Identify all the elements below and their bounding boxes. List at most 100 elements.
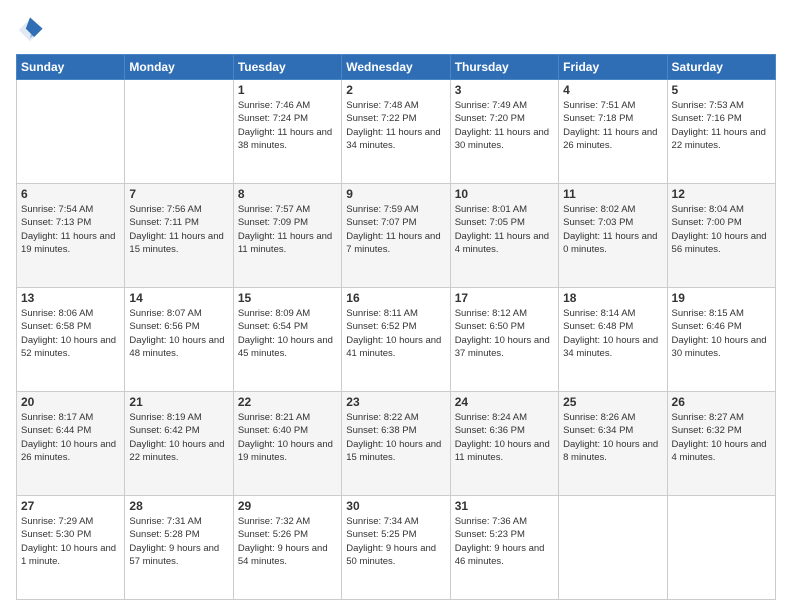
day-info: Sunrise: 8:24 AM Sunset: 6:36 PM Dayligh… [455,411,554,464]
calendar-cell: 14Sunrise: 8:07 AM Sunset: 6:56 PM Dayli… [125,288,233,392]
calendar-cell: 5 Sunrise: 7:53 AM Sunset: 7:16 PM Daylig… [667,80,775,184]
day-info: Sunrise: 7:36 AM Sunset: 5:23 PM Dayligh… [455,515,554,568]
day-number: 4 [563,83,662,97]
calendar-cell [559,496,667,600]
calendar-day-header: Monday [125,55,233,80]
logo-icon [16,16,44,44]
day-number: 24 [455,395,554,409]
calendar-cell: 19Sunrise: 8:15 AM Sunset: 6:46 PM Dayli… [667,288,775,392]
calendar-cell: 3 Sunrise: 7:49 AM Sunset: 7:20 PM Daylig… [450,80,558,184]
day-info: Sunrise: 8:21 AM Sunset: 6:40 PM Dayligh… [238,411,337,464]
day-number: 15 [238,291,337,305]
calendar-week-row: 6Sunrise: 7:54 AM Sunset: 7:13 PM Daylig… [17,184,776,288]
day-info: Sunrise: 8:17 AM Sunset: 6:44 PM Dayligh… [21,411,120,464]
calendar-cell: 6Sunrise: 7:54 AM Sunset: 7:13 PM Daylig… [17,184,125,288]
calendar-header-row: SundayMondayTuesdayWednesdayThursdayFrid… [17,55,776,80]
calendar-cell: 27 Sunrise: 7:29 AM Sunset: 5:30 PM Dayli… [17,496,125,600]
calendar-cell: 18 Sunrise: 8:14 AM Sunset: 6:48 PM Dayli… [559,288,667,392]
calendar-cell: 16 Sunrise: 8:11 AM Sunset: 6:52 PM Dayli… [342,288,450,392]
day-number: 21 [129,395,228,409]
day-info: Sunrise: 7:32 AM Sunset: 5:26 PM Dayligh… [238,515,337,568]
day-number: 1 [238,83,337,97]
day-info: Sunrise: 7:49 AM Sunset: 7:20 PM Dayligh… [455,99,554,152]
day-info: Sunrise: 8:14 AM Sunset: 6:48 PM Dayligh… [563,307,662,360]
day-number: 8 [238,187,337,201]
calendar-cell: 24 Sunrise: 8:24 AM Sunset: 6:36 PM Dayli… [450,392,558,496]
day-number: 28 [129,499,228,513]
day-info: Sunrise: 7:34 AM Sunset: 5:25 PM Dayligh… [346,515,445,568]
calendar-cell: 28 Sunrise: 7:31 AM Sunset: 5:28 PM Dayli… [125,496,233,600]
day-number: 11 [563,187,662,201]
day-number: 20 [21,395,120,409]
day-info: Sunrise: 7:31 AM Sunset: 5:28 PM Dayligh… [129,515,228,568]
day-number: 10 [455,187,554,201]
calendar-table: SundayMondayTuesdayWednesdayThursdayFrid… [16,54,776,600]
logo [16,16,48,44]
calendar-cell: 12 Sunrise: 8:04 AM Sunset: 7:00 PM Dayli… [667,184,775,288]
calendar-cell: 26 Sunrise: 8:27 AM Sunset: 6:32 PM Dayli… [667,392,775,496]
calendar-week-row: 1 Sunrise: 7:46 AM Sunset: 7:24 PM Daylig… [17,80,776,184]
calendar-week-row: 27 Sunrise: 7:29 AM Sunset: 5:30 PM Dayli… [17,496,776,600]
day-number: 14 [129,291,228,305]
calendar-day-header: Thursday [450,55,558,80]
day-info: Sunrise: 7:56 AM Sunset: 7:11 PM Dayligh… [129,203,228,256]
day-info: Sunrise: 8:15 AM Sunset: 6:46 PM Dayligh… [672,307,771,360]
calendar-cell: 30 Sunrise: 7:34 AM Sunset: 5:25 PM Dayli… [342,496,450,600]
calendar-cell: 7 Sunrise: 7:56 AM Sunset: 7:11 PM Daylig… [125,184,233,288]
day-info: Sunrise: 8:26 AM Sunset: 6:34 PM Dayligh… [563,411,662,464]
calendar-day-header: Sunday [17,55,125,80]
calendar-cell: 1 Sunrise: 7:46 AM Sunset: 7:24 PM Daylig… [233,80,341,184]
day-number: 27 [21,499,120,513]
day-info: Sunrise: 8:27 AM Sunset: 6:32 PM Dayligh… [672,411,771,464]
day-info: Sunrise: 8:19 AM Sunset: 6:42 PM Dayligh… [129,411,228,464]
day-number: 3 [455,83,554,97]
calendar-cell: 20 Sunrise: 8:17 AM Sunset: 6:44 PM Dayli… [17,392,125,496]
calendar-cell: 17Sunrise: 8:12 AM Sunset: 6:50 PM Dayli… [450,288,558,392]
calendar-day-header: Wednesday [342,55,450,80]
day-info: Sunrise: 7:53 AM Sunset: 7:16 PM Dayligh… [672,99,771,152]
day-number: 22 [238,395,337,409]
calendar-cell: 22 Sunrise: 8:21 AM Sunset: 6:40 PM Dayli… [233,392,341,496]
calendar-cell: 29Sunrise: 7:32 AM Sunset: 5:26 PM Dayli… [233,496,341,600]
day-info: Sunrise: 7:59 AM Sunset: 7:07 PM Dayligh… [346,203,445,256]
day-info: Sunrise: 7:29 AM Sunset: 5:30 PM Dayligh… [21,515,120,568]
calendar-cell: 8 Sunrise: 7:57 AM Sunset: 7:09 PM Daylig… [233,184,341,288]
day-info: Sunrise: 7:48 AM Sunset: 7:22 PM Dayligh… [346,99,445,152]
day-number: 26 [672,395,771,409]
day-number: 18 [563,291,662,305]
day-number: 16 [346,291,445,305]
page: SundayMondayTuesdayWednesdayThursdayFrid… [0,0,792,612]
calendar-cell: 15 Sunrise: 8:09 AM Sunset: 6:54 PM Dayli… [233,288,341,392]
day-info: Sunrise: 8:04 AM Sunset: 7:00 PM Dayligh… [672,203,771,256]
calendar-day-header: Friday [559,55,667,80]
day-number: 6 [21,187,120,201]
day-number: 2 [346,83,445,97]
day-info: Sunrise: 8:09 AM Sunset: 6:54 PM Dayligh… [238,307,337,360]
day-info: Sunrise: 7:51 AM Sunset: 7:18 PM Dayligh… [563,99,662,152]
calendar-day-header: Saturday [667,55,775,80]
day-info: Sunrise: 8:02 AM Sunset: 7:03 PM Dayligh… [563,203,662,256]
day-number: 31 [455,499,554,513]
day-number: 12 [672,187,771,201]
calendar-cell: 13Sunrise: 8:06 AM Sunset: 6:58 PM Dayli… [17,288,125,392]
day-info: Sunrise: 8:11 AM Sunset: 6:52 PM Dayligh… [346,307,445,360]
calendar-week-row: 13Sunrise: 8:06 AM Sunset: 6:58 PM Dayli… [17,288,776,392]
header [16,16,776,44]
day-info: Sunrise: 7:46 AM Sunset: 7:24 PM Dayligh… [238,99,337,152]
day-info: Sunrise: 8:01 AM Sunset: 7:05 PM Dayligh… [455,203,554,256]
day-info: Sunrise: 7:57 AM Sunset: 7:09 PM Dayligh… [238,203,337,256]
day-info: Sunrise: 8:06 AM Sunset: 6:58 PM Dayligh… [21,307,120,360]
day-number: 7 [129,187,228,201]
day-number: 17 [455,291,554,305]
day-number: 23 [346,395,445,409]
calendar-cell: 11 Sunrise: 8:02 AM Sunset: 7:03 PM Dayli… [559,184,667,288]
calendar-cell: 31 Sunrise: 7:36 AM Sunset: 5:23 PM Dayli… [450,496,558,600]
day-number: 30 [346,499,445,513]
calendar-cell: 9 Sunrise: 7:59 AM Sunset: 7:07 PM Daylig… [342,184,450,288]
day-number: 5 [672,83,771,97]
day-number: 9 [346,187,445,201]
calendar-cell: 10 Sunrise: 8:01 AM Sunset: 7:05 PM Dayli… [450,184,558,288]
day-number: 25 [563,395,662,409]
calendar-cell: 25 Sunrise: 8:26 AM Sunset: 6:34 PM Dayli… [559,392,667,496]
calendar-week-row: 20 Sunrise: 8:17 AM Sunset: 6:44 PM Dayli… [17,392,776,496]
